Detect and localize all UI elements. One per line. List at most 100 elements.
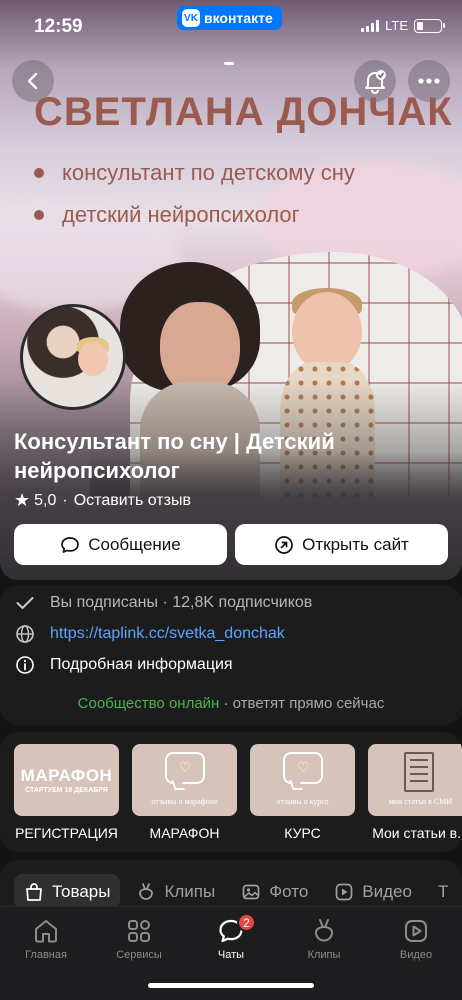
nav-label: Сервисы <box>116 949 162 961</box>
chat-icon: 2 <box>191 913 271 947</box>
chat-badge: 2 <box>237 913 256 932</box>
menu-tile-image: мои статьи в СМИ <box>368 744 462 816</box>
more-button[interactable] <box>408 60 450 102</box>
tab-label: Фото <box>269 881 309 901</box>
nav-home[interactable]: Главная <box>6 915 86 961</box>
home-indicator[interactable] <box>148 983 314 988</box>
nav-label: Клипы <box>307 949 341 961</box>
tile-image-text: отзывы о курсе <box>276 797 329 806</box>
bell-check-icon <box>365 70 386 94</box>
tile-image-subtitle: СТАРТУЕМ 18 ДЕКАБРЯ <box>25 787 108 794</box>
nav-label: Видео <box>399 949 433 961</box>
star-icon: ★ <box>14 490 31 510</box>
clips-icon <box>139 882 154 900</box>
leave-review-link[interactable]: Оставить отзыв <box>74 492 191 510</box>
tile-image-text: отзывы о марафоне <box>151 797 218 806</box>
details-row[interactable]: Подробная информация <box>14 654 233 676</box>
clips-icon <box>284 915 364 947</box>
menu-tile-articles[interactable]: мои статьи в СМИ Мои статьи в... <box>368 744 462 841</box>
nav-label: Главная <box>25 949 67 961</box>
notifications-button[interactable] <box>354 60 396 102</box>
menu-tile-marathon[interactable]: ♡ отзывы о марафоне МАРАФОН <box>132 744 237 841</box>
external-link-icon <box>275 535 293 554</box>
tab-label: Видео <box>362 881 412 901</box>
globe-icon <box>14 623 36 645</box>
menu-tile-image: ♡ отзывы о курсе <box>250 744 355 816</box>
online-note: · ответят прямо сейчас <box>219 695 385 712</box>
message-button-label: Сообщение <box>88 534 181 554</box>
open-site-button[interactable]: Открыть сайт <box>235 524 448 565</box>
signal-icon <box>361 19 380 32</box>
rating-separator: · <box>62 491 68 509</box>
heart-bubble-icon: ♡ <box>283 752 323 784</box>
online-status: Сообщество онлайн · ответят прямо сейчас <box>0 695 462 712</box>
menu-tile-caption: МАРАФОН <box>149 825 220 841</box>
message-button[interactable]: Сообщение <box>14 524 227 565</box>
tab-video[interactable]: Видео <box>324 874 422 909</box>
home-icon <box>6 915 86 947</box>
nav-chats[interactable]: 2 Чаты <box>191 913 271 961</box>
chevron-left-icon <box>27 72 38 90</box>
community-avatar[interactable] <box>20 304 126 410</box>
more-horizontal-icon <box>418 78 440 84</box>
nav-services[interactable]: Сервисы <box>99 915 179 961</box>
status-time: 12:59 <box>34 16 83 37</box>
cover-bullet: консультант по детскому сну <box>34 152 355 194</box>
open-site-button-label: Открыть сайт <box>302 534 409 554</box>
drag-indicator <box>224 62 234 65</box>
nav-label: Чаты <box>217 949 245 961</box>
back-button[interactable] <box>12 60 54 102</box>
community-name: Консультант по сну | Детский нейропсихол… <box>14 429 335 483</box>
document-icon <box>404 752 434 792</box>
nav-clips[interactable]: Клипы <box>284 915 364 961</box>
rating-row[interactable]: ★ 5,0 · Оставить отзыв <box>14 490 191 511</box>
community-info: Вы подписаны · 12,8K подписчиков https:/… <box>0 585 462 725</box>
nav-video[interactable]: Видео <box>376 915 456 961</box>
subscription-row[interactable]: Вы подписаны · 12,8K подписчиков <box>14 592 312 614</box>
tab-goods[interactable]: Товары <box>14 874 121 909</box>
menu-tile-registration[interactable]: МАРАФОН СТАРТУЕМ 18 ДЕКАБРЯ РЕГИСТРАЦИЯ <box>14 744 119 841</box>
battery-icon <box>414 18 445 33</box>
menu-tile-caption: РЕГИСТРАЦИЯ <box>15 825 118 841</box>
tab-label: Т <box>437 881 449 901</box>
subscription-text: Вы подписаны · 12,8K подписчиков <box>50 594 313 611</box>
menu-tile-course[interactable]: ♡ отзывы о курсе КУРС <box>250 744 355 841</box>
menu-tile-image: ♡ отзывы о марафоне <box>132 744 237 816</box>
baby-face <box>292 292 362 372</box>
cover-bullets: консультант по детскому сну детский нейр… <box>34 152 355 236</box>
bullet-dot <box>34 210 44 220</box>
cover-bullet-text: детский нейропсихолог <box>62 202 300 227</box>
menu-tile-image: МАРАФОН СТАРТУЕМ 18 ДЕКАБРЯ <box>14 744 119 816</box>
vk-app-pill[interactable]: VK вконтакте <box>177 6 282 30</box>
tab-text[interactable]: Т <box>428 874 458 909</box>
tab-label: Товары <box>52 881 111 901</box>
tile-image-text: мои статьи в СМИ <box>388 797 453 806</box>
cover-title: СВЕТЛАНА ДОНЧАК <box>34 90 453 134</box>
tile-image-title: МАРАФОН <box>20 766 113 785</box>
video-icon <box>335 883 353 900</box>
services-icon <box>99 915 179 947</box>
status-bar: 12:59 VK вконтакте LTE <box>0 0 462 54</box>
battery-level <box>417 21 423 30</box>
community-menu: МАРАФОН СТАРТУЕМ 18 ДЕКАБРЯ РЕГИСТРАЦИЯ … <box>0 732 462 852</box>
image-icon <box>242 884 260 899</box>
tab-clips[interactable]: Клипы <box>126 874 225 909</box>
video-icon <box>376 915 456 947</box>
heart-bubble-icon: ♡ <box>165 752 205 784</box>
tab-photo[interactable]: Фото <box>231 874 318 909</box>
content-tabs: Товары Клипы Фото Видео Т <box>14 874 458 909</box>
checkmark-icon <box>14 592 36 614</box>
menu-tile-caption: КУРС <box>284 825 321 841</box>
website-row[interactable]: https://taplink.cc/svetka_donchak <box>14 623 285 645</box>
community-cover: СВЕТЛАНА ДОНЧАК консультант по детскому … <box>0 0 462 580</box>
avatar-detail <box>78 342 108 376</box>
status-indicators: LTE <box>361 18 445 33</box>
rating-value: 5,0 <box>34 491 57 509</box>
bullet-dot <box>34 168 44 178</box>
details-text: Подробная информация <box>50 656 233 673</box>
tab-label: Клипы <box>164 881 216 901</box>
website-link[interactable]: https://taplink.cc/svetka_donchak <box>50 625 285 643</box>
menu-tile-caption: Мои статьи в... <box>372 825 462 841</box>
online-label: Сообщество онлайн <box>77 695 220 712</box>
vk-app-pill-label: вконтакте <box>204 10 273 26</box>
